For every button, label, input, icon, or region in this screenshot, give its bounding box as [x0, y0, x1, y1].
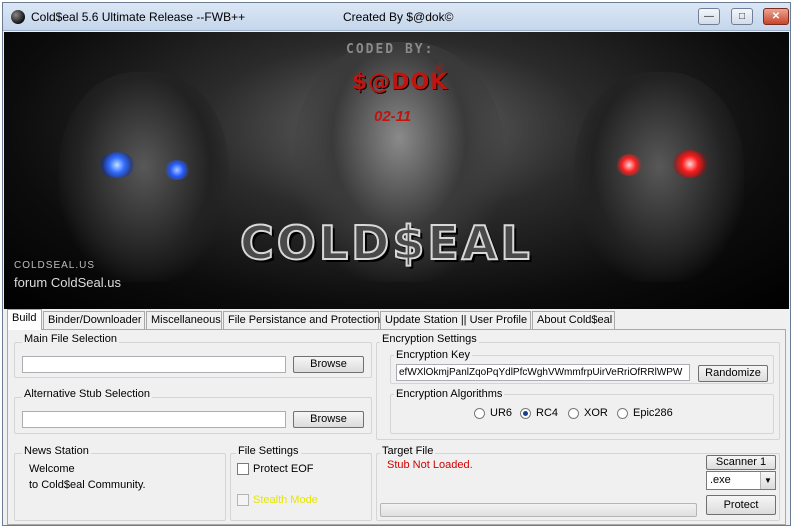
scanner-button[interactable]: Scanner 1 — [706, 455, 776, 470]
news-station-label: News Station — [22, 445, 91, 457]
blue-skull-graphic — [59, 72, 229, 282]
window-title: Cold$eal 5.6 Ultimate Release --FWB++ — [31, 10, 246, 24]
red-eye-glow — [616, 154, 642, 176]
protect-button[interactable]: Protect — [706, 495, 776, 515]
app-icon — [11, 10, 25, 24]
main-file-input[interactable] — [22, 356, 286, 373]
tab-file-persistance[interactable]: File Persistance and Protection — [223, 311, 380, 329]
main-file-browse-button[interactable]: Browse — [293, 356, 364, 373]
red-skull-graphic — [574, 72, 744, 282]
alt-stub-input[interactable] — [22, 411, 286, 428]
radio-epic286-label: Epic286 — [633, 407, 673, 419]
tab-build[interactable]: Build — [7, 309, 42, 330]
forum-url: forum ColdSeal.us — [14, 275, 121, 290]
radio-xor-label: XOR — [584, 407, 608, 419]
alt-stub-label: Alternative Stub Selection — [22, 388, 152, 400]
tab-update-station[interactable]: Update Station || User Profile — [380, 311, 531, 329]
radio-ur6-label: UR6 — [490, 407, 513, 419]
stealth-mode-checkbox[interactable] — [237, 494, 249, 506]
main-file-label: Main File Selection — [22, 333, 119, 345]
title-bar[interactable]: Cold$eal 5.6 Ultimate Release --FWB++ Cr… — [3, 3, 790, 31]
chevron-down-icon[interactable]: ▼ — [760, 472, 775, 489]
build-progress-bar — [380, 503, 697, 517]
encryption-key-label: Encryption Key — [394, 349, 472, 361]
registered-mark: ® — [436, 62, 445, 74]
extension-select[interactable]: .exe ▼ — [706, 471, 776, 490]
encryption-algorithms-group — [390, 394, 774, 434]
build-panel: Main File Selection Browse Alternative S… — [7, 329, 786, 525]
coded-by-text: CODED BY: — [346, 42, 435, 57]
protect-eof-label: Protect EOF — [253, 463, 314, 475]
site-url: COLDSEAL.US — [14, 260, 96, 271]
coldseal-logo: COLD$EAL — [239, 215, 533, 271]
blue-eye-glow — [164, 160, 190, 180]
encryption-settings-label: Encryption Settings — [380, 333, 479, 345]
radio-rc4-label: RC4 — [536, 407, 559, 419]
banner-date: 02-11 — [374, 108, 412, 125]
extension-select-value: .exe — [710, 474, 731, 486]
news-line-1: Welcome — [29, 463, 75, 475]
tab-about[interactable]: About Cold$eal — [532, 311, 615, 329]
encryption-algorithms-label: Encryption Algorithms — [394, 388, 505, 400]
stub-status-text: Stub Not Loaded. — [387, 459, 473, 471]
radio-ur6[interactable] — [474, 408, 485, 419]
radio-xor[interactable] — [568, 408, 579, 419]
maximize-button[interactable]: □ — [731, 8, 753, 25]
target-file-label: Target File — [380, 445, 436, 457]
minimize-button[interactable]: — — [698, 8, 720, 25]
close-button[interactable]: ✕ — [763, 8, 789, 25]
randomize-button[interactable]: Randomize — [698, 365, 768, 382]
alt-stub-browse-button[interactable]: Browse — [293, 411, 364, 428]
protect-eof-checkbox[interactable] — [237, 463, 249, 475]
red-eye-glow — [672, 150, 708, 178]
radio-epic286[interactable] — [617, 408, 628, 419]
file-settings-label: File Settings — [236, 445, 301, 457]
encryption-key-input[interactable]: efWXlOkmjPanlZqoPqYdlPfcWghVWmmfrpUirVeR… — [396, 364, 690, 381]
blue-eye-glow — [99, 152, 135, 178]
banner-image: CODED BY: $@DOK ® 02-11 COLD$EAL COLDSEA… — [4, 32, 789, 309]
news-line-2: to Cold$eal Community. — [29, 479, 146, 491]
window-creator: Created By $@dok© — [343, 10, 454, 24]
author-text: $@DOK — [352, 70, 449, 95]
radio-rc4[interactable] — [520, 408, 531, 419]
tab-miscellaneous[interactable]: Miscellaneous — [146, 311, 222, 329]
stealth-mode-label: Stealth Mode — [253, 494, 318, 506]
tab-binder-downloader[interactable]: Binder/Downloader — [43, 311, 145, 329]
main-window: Cold$eal 5.6 Ultimate Release --FWB++ Cr… — [2, 2, 791, 526]
